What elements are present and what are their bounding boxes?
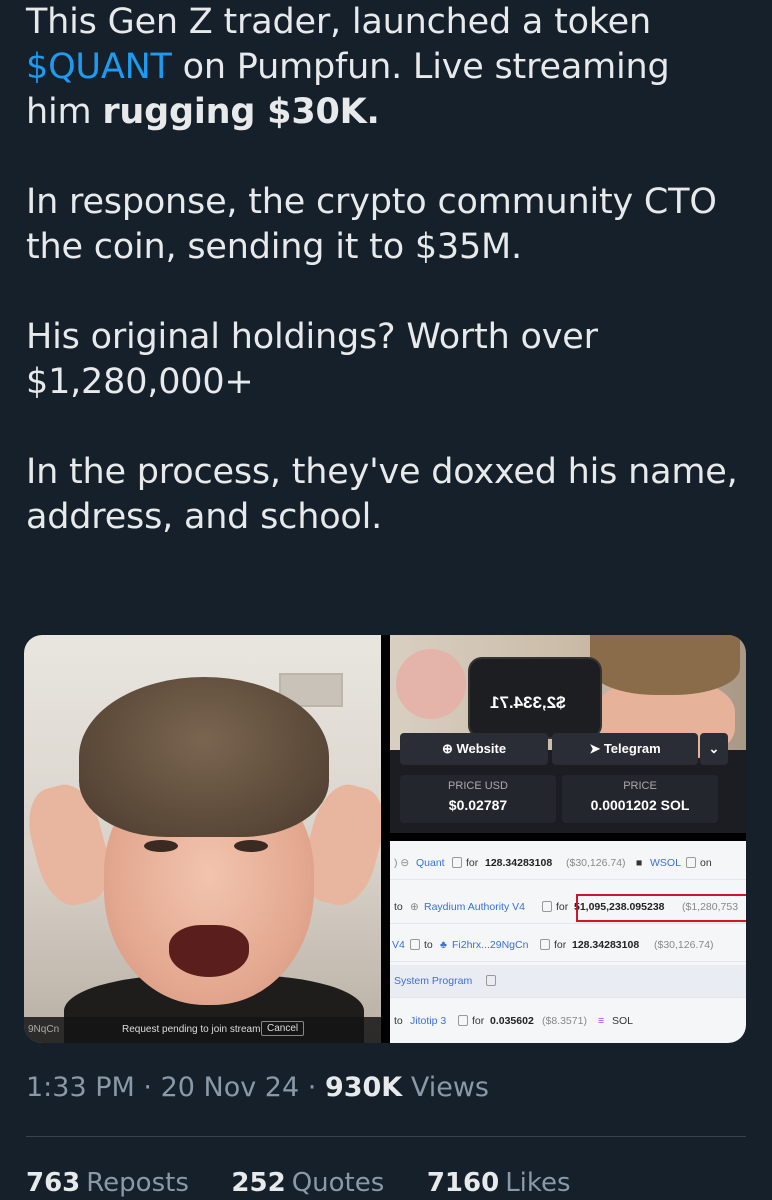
tx-dest[interactable]: Jitotip 3 — [410, 1015, 446, 1027]
tx-amount: 128.34283108 — [485, 857, 553, 869]
copy-icon[interactable] — [686, 857, 696, 868]
tweet-line: This Gen Z trader, launched a token — [26, 2, 651, 42]
tweet-media-grid[interactable]: 9NqCn Request pending to join stream Can… — [24, 635, 746, 1043]
tweet-bold-text: rugging $30K. — [102, 92, 380, 132]
copy-icon[interactable] — [540, 939, 550, 950]
tx-on: on — [700, 857, 712, 869]
price-sol-box: PRICE 0.0001202 SOL — [562, 775, 718, 823]
tx-row: V4 to ♣ Fi2hrx...29NgCn for 128.34283108… — [390, 929, 746, 962]
phone-screen: $2,334.71 — [468, 657, 602, 739]
hair — [590, 635, 740, 695]
highlight-box — [576, 894, 746, 922]
eye-right — [234, 840, 268, 852]
tx-row: to ⊕ Raydium Authority V4 for 51,095,238… — [390, 891, 746, 924]
tx-to: to — [424, 939, 433, 951]
tx-asset[interactable]: WSOL — [650, 857, 681, 869]
tweet-paragraph-1: This Gen Z trader, launched a token $QUA… — [26, 0, 756, 135]
tx-row: to Jitotip 3 for 0.035602 ($8.3571) ≡ SO… — [390, 1005, 746, 1037]
tweet-paragraph-2: In response, the crypto community CTO th… — [26, 182, 717, 267]
price-usd-value: $0.02787 — [448, 797, 508, 813]
reposts-count: 763 — [26, 1168, 81, 1198]
tx-asset: SOL — [612, 1015, 634, 1027]
telegram-icon: ➤ — [589, 741, 604, 756]
price-sol-value: 0.0001202 SOL — [590, 797, 690, 813]
token-icon: ) ⊖ — [394, 857, 410, 869]
copy-icon[interactable] — [452, 857, 462, 868]
website-button[interactable]: ⊕ Website — [400, 733, 548, 765]
globe-icon: ⊕ — [441, 741, 457, 756]
copy-icon[interactable] — [458, 1015, 468, 1026]
price-sol-label: PRICE — [623, 780, 657, 792]
stream-cancel-button[interactable]: Cancel — [261, 1021, 305, 1036]
transaction-list-screenshot[interactable]: ) ⊖ Quant for 128.34283108 ($30,126.74) … — [390, 841, 746, 1043]
tx-token[interactable]: Quant — [416, 857, 445, 869]
hair — [79, 677, 329, 837]
solana-icon: ≡ — [598, 1015, 605, 1027]
cashtag-link[interactable]: $QUANT — [26, 47, 172, 87]
tweet-paragraph-4: In the process, they've doxxed his name,… — [26, 452, 738, 537]
stream-user-id: 9NqCn — [28, 1024, 60, 1035]
stream-status-bar: 9NqCn Request pending to join stream Can… — [24, 1017, 381, 1043]
tweet-line: him — [26, 92, 103, 132]
quotes-label: Quotes — [291, 1168, 385, 1198]
wallet-icon: ♣ — [440, 939, 447, 951]
views-count: 930K — [324, 1072, 403, 1103]
tx-dest[interactable]: Raydium Authority V4 — [424, 901, 525, 913]
tx-dest[interactable]: Fi2hrx...29NgCn — [452, 939, 528, 951]
tx-for: for — [466, 857, 479, 869]
tx-for: for — [556, 901, 569, 913]
likes-label: Likes — [505, 1168, 571, 1198]
separator: · — [143, 1072, 152, 1103]
tx-usd: ($30,126.74) — [566, 857, 626, 869]
tx-usd: ($8.3571) — [542, 1015, 587, 1027]
tweet-line: on Pumpfun. Live streaming — [171, 47, 670, 87]
quotes-count: 252 — [231, 1168, 286, 1198]
reposts-stat[interactable]: 763 Reposts — [26, 1168, 189, 1198]
token-panel-screenshot[interactable]: $2,334.71 ⊕ Website ➤ Telegram ⌄ PRICE U… — [390, 635, 746, 833]
tx-program[interactable]: System Program — [394, 975, 472, 987]
tweet-timestamp: 1:33 PM · 20 Nov 24 · 930K Views — [26, 1072, 489, 1103]
livestream-photo[interactable]: 9NqCn Request pending to join stream Can… — [24, 635, 381, 1043]
price-usd-label: PRICE USD — [448, 780, 508, 792]
separator: · — [307, 1072, 317, 1103]
tx-usd: ($30,126.74) — [654, 939, 714, 951]
raydium-icon: ⊕ — [410, 901, 419, 913]
wall-art — [396, 649, 466, 719]
website-label: Website — [456, 741, 507, 756]
eye-left — [144, 840, 178, 852]
copy-icon[interactable] — [486, 975, 496, 986]
quotes-stat[interactable]: 252 Quotes — [231, 1168, 384, 1198]
tx-amount: 0.035602 — [490, 1015, 534, 1027]
phone-balance: $2,334.71 — [490, 693, 566, 712]
views-label: Views — [410, 1072, 489, 1103]
tx-for: for — [472, 1015, 485, 1027]
tx-to: to — [394, 901, 403, 913]
engagement-stats: 763 Reposts 252 Quotes 7160 Likes — [26, 1168, 571, 1198]
likes-count: 7160 — [426, 1168, 500, 1198]
telegram-label: Telegram — [603, 741, 661, 756]
stream-request-text: Request pending to join stream — [122, 1024, 261, 1035]
token-links: ⊕ Website ➤ Telegram ⌄ — [400, 733, 728, 765]
tx-row: ) ⊖ Quant for 128.34283108 ($30,126.74) … — [390, 847, 746, 880]
tweet-text: This Gen Z trader, launched a token $QUA… — [26, 0, 756, 585]
chevron-down-icon[interactable]: ⌄ — [700, 733, 728, 765]
telegram-button[interactable]: ➤ Telegram — [552, 733, 698, 765]
token-icon: ■ — [636, 857, 643, 869]
tweet-paragraph-3: His original holdings? Worth over $1,280… — [26, 317, 598, 402]
tx-for: for — [554, 939, 567, 951]
tweet-time[interactable]: 1:33 PM — [26, 1072, 135, 1103]
tx-amount: 128.34283108 — [572, 939, 640, 951]
tweet-date[interactable]: 20 Nov 24 — [161, 1072, 300, 1103]
tx-src[interactable]: V4 — [392, 939, 405, 951]
copy-icon[interactable] — [410, 939, 420, 950]
reposts-label: Reposts — [86, 1168, 189, 1198]
price-usd-box: PRICE USD $0.02787 — [400, 775, 556, 823]
divider — [26, 1136, 746, 1137]
copy-icon[interactable] — [542, 901, 552, 912]
mouth — [169, 925, 249, 977]
tx-row: System Program — [390, 965, 746, 998]
tx-to: to — [394, 1015, 403, 1027]
likes-stat[interactable]: 7160 Likes — [427, 1168, 571, 1198]
